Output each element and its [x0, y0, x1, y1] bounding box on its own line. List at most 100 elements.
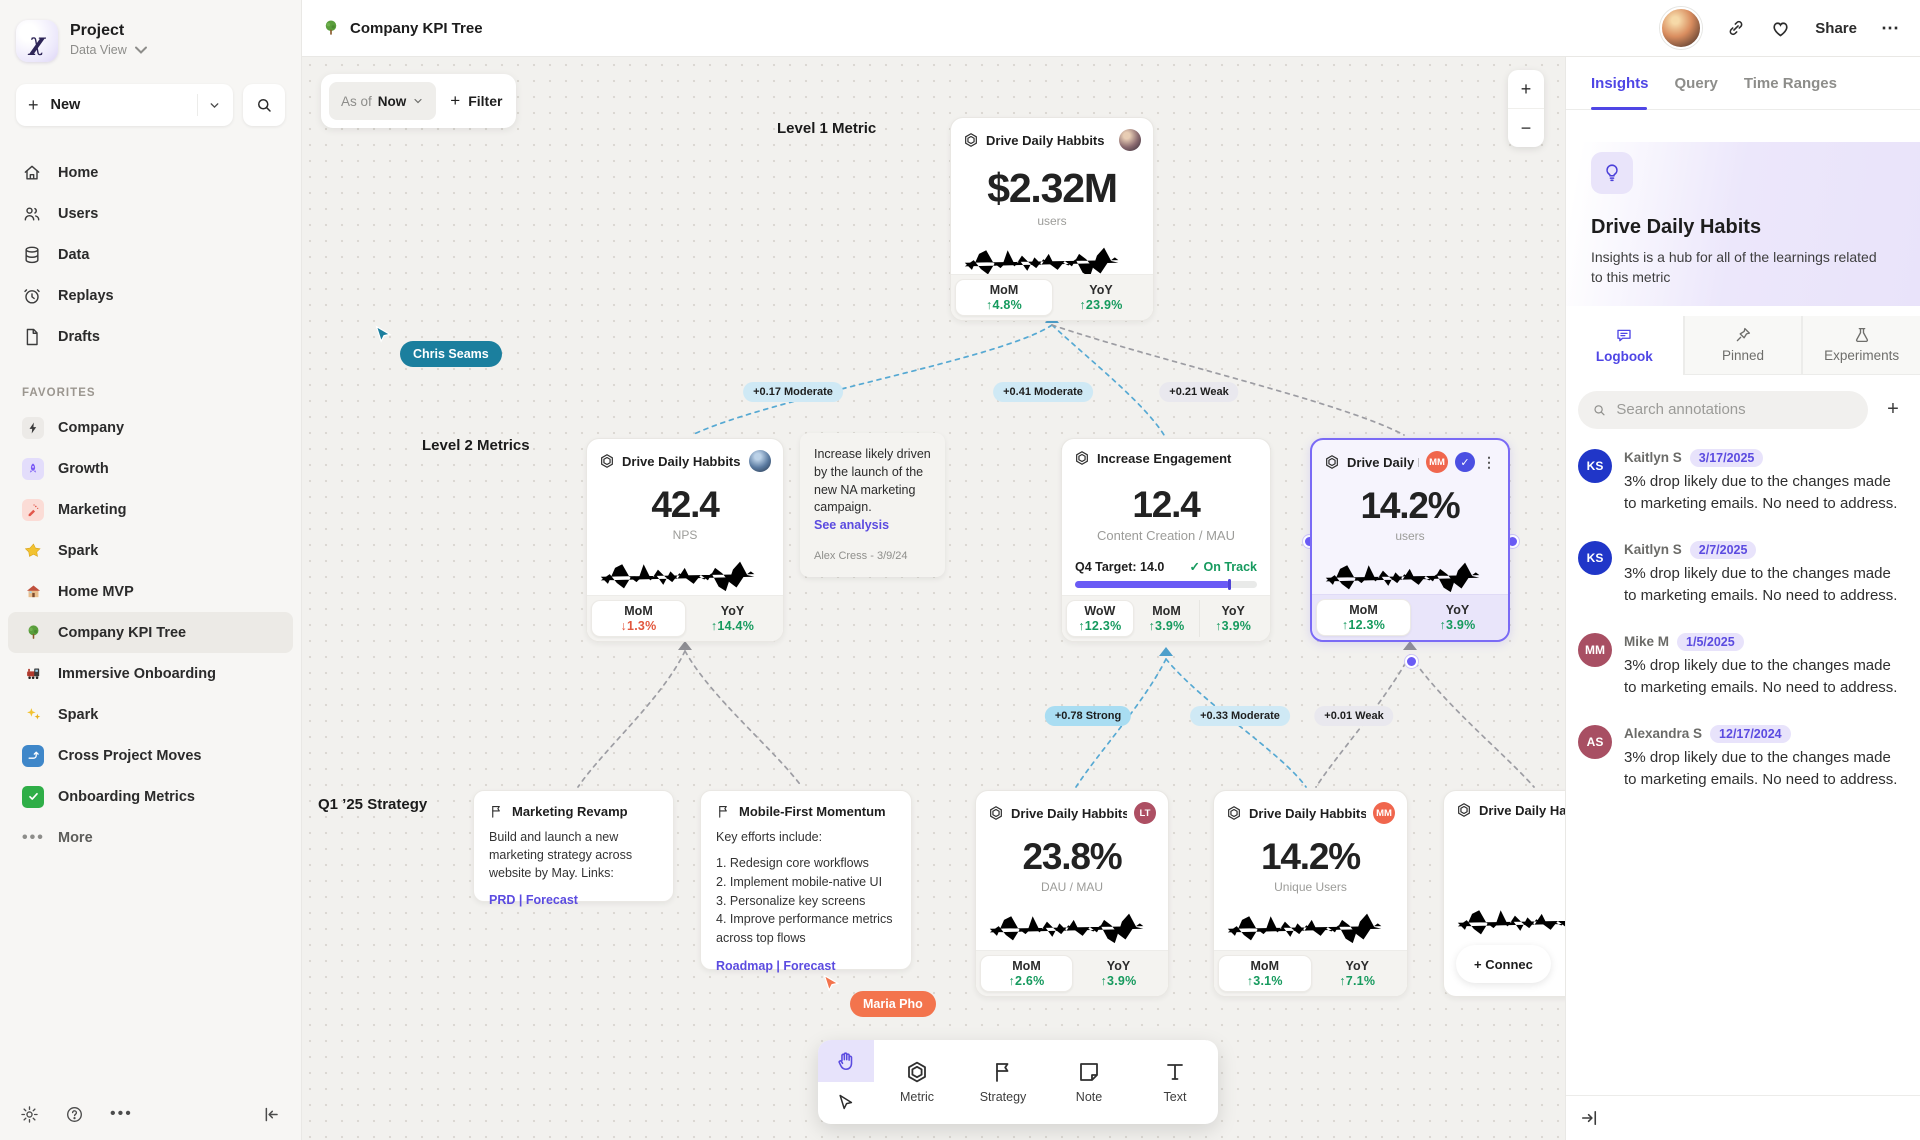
- new-button[interactable]: + New: [16, 84, 233, 126]
- note-tool-button[interactable]: Note: [1046, 1040, 1132, 1124]
- lightning-icon: [22, 417, 44, 439]
- annotation-item[interactable]: KS Kaitlyn S 3/17/2025 3% drop likely du…: [1578, 449, 1906, 516]
- sidebar-item-immersive-onboarding[interactable]: Immersive Onboarding: [8, 653, 293, 694]
- metric-card-unique-users[interactable]: Drive Daily Habbits MM 14.2% Unique User…: [1213, 790, 1408, 997]
- share-button[interactable]: Share: [1815, 20, 1857, 37]
- gear-icon[interactable]: [20, 1105, 39, 1124]
- annotation-item[interactable]: MM Mike M 1/5/2025 3% drop likely due to…: [1578, 633, 1906, 700]
- overflow-menu-icon[interactable]: ⋯: [1881, 18, 1900, 39]
- add-annotation-button[interactable]: +: [1878, 398, 1908, 421]
- sidebar-item-drafts[interactable]: Drafts: [8, 316, 293, 357]
- subtab-logbook[interactable]: Logbook: [1566, 316, 1684, 375]
- on-track-status: ✓ On Track: [1190, 559, 1257, 574]
- help-icon[interactable]: [65, 1105, 84, 1124]
- annotation-search[interactable]: [1578, 391, 1868, 429]
- stat-wow[interactable]: WoW↑12.3%: [1066, 600, 1134, 637]
- chevron-down-icon[interactable]: [208, 99, 221, 112]
- metric-card-l1-drive-daily-habbits[interactable]: Drive Daily Habbits $2.32M users MoM↑4.8…: [950, 117, 1154, 321]
- stat-yoy[interactable]: YoY↑3.9%: [1199, 600, 1266, 637]
- sidebar-item-data[interactable]: Data: [8, 234, 293, 275]
- stat-yoy[interactable]: YoY↑3.9%: [1411, 599, 1504, 636]
- subtab-experiments[interactable]: Experiments: [1802, 316, 1920, 375]
- project-switcher[interactable]: χ Project Data View: [0, 0, 301, 62]
- stat-footer: MoM↑12.3% YoY↑3.9%: [1312, 594, 1508, 640]
- sidebar-item-onboarding-metrics[interactable]: Onboarding Metrics: [8, 776, 293, 817]
- collaborator-badge: MM: [1373, 802, 1395, 824]
- sidebar-item-spark-2[interactable]: Spark: [8, 694, 293, 735]
- add-filter-button[interactable]: + Filter: [450, 91, 502, 111]
- text-tool-button[interactable]: Text: [1132, 1040, 1218, 1124]
- canvas-annotation-note[interactable]: Increase likely driven by the launch of …: [800, 433, 945, 577]
- stat-mom[interactable]: MoM↑3.9%: [1134, 600, 1200, 637]
- sidebar-item-company-kpi-tree[interactable]: Company KPI Tree: [8, 612, 293, 653]
- annotation-search-input[interactable]: [1614, 400, 1854, 419]
- metric-card-selected-drive-daily-habbits[interactable]: Drive Daily Habb.. MM ✓ ⋮ 14.2% users Mo…: [1310, 438, 1510, 642]
- copy-link-icon[interactable]: [1726, 18, 1746, 38]
- sidebar-item-marketing[interactable]: Marketing: [8, 489, 293, 530]
- sidebar-item-cross-project-moves[interactable]: Cross Project Moves: [8, 735, 293, 776]
- tab-insights[interactable]: Insights: [1591, 75, 1649, 92]
- stat-mom[interactable]: MoM↑12.3%: [1316, 599, 1411, 636]
- edge-label: +0.21 Weak: [1159, 382, 1238, 402]
- metric-icon: [963, 132, 979, 148]
- stat-mom[interactable]: MoM↑4.8%: [955, 279, 1053, 316]
- sidebar-item-users[interactable]: Users: [8, 193, 293, 234]
- annotation-item[interactable]: KS Kaitlyn S 2/7/2025 3% drop likely due…: [1578, 541, 1906, 608]
- more-options-icon[interactable]: •••: [110, 1105, 133, 1123]
- stat-mom[interactable]: MoM↓1.3%: [591, 600, 686, 637]
- collapse-sidebar-icon[interactable]: [262, 1105, 281, 1124]
- favorite-heart-icon[interactable]: [1770, 18, 1791, 39]
- strategy-tool-button[interactable]: Strategy: [960, 1040, 1046, 1124]
- annotation-author: Alex Cress - 3/9/24: [814, 549, 931, 565]
- project-subtitle[interactable]: Data View: [70, 40, 151, 60]
- tab-query[interactable]: Query: [1675, 75, 1718, 92]
- metric-tool-button[interactable]: Metric: [874, 1040, 960, 1124]
- stat-yoy[interactable]: YoY↑3.9%: [1073, 955, 1164, 992]
- stat-yoy[interactable]: YoY↑23.9%: [1053, 279, 1149, 316]
- sidebar-item-replays[interactable]: Replays: [8, 275, 293, 316]
- metric-card-dau-mau[interactable]: Drive Daily Habbits LT 23.8% DAU / MAU M…: [975, 790, 1169, 997]
- subtab-pinned[interactable]: Pinned: [1684, 316, 1803, 375]
- card-menu-icon[interactable]: ⋮: [1482, 459, 1496, 466]
- sidebar-item-growth[interactable]: Growth: [8, 448, 293, 489]
- arrow-up-right-icon: [22, 745, 44, 767]
- selection-handle[interactable]: [1405, 655, 1418, 668]
- sidebar-item-company[interactable]: Company: [8, 407, 293, 448]
- strategy-links[interactable]: Roadmap | Forecast: [716, 959, 896, 973]
- sidebar-item-more[interactable]: ••• More: [8, 817, 293, 858]
- sidebar-item-home[interactable]: Home: [8, 152, 293, 193]
- connect-button[interactable]: + Connec: [1456, 945, 1551, 983]
- collapse-panel-icon[interactable]: [1579, 1108, 1599, 1128]
- avatar: AS: [1578, 725, 1612, 759]
- stat-mom[interactable]: MoM↑3.1%: [1218, 955, 1312, 992]
- stat-value: ↑3.9%: [1440, 618, 1476, 633]
- sidebar-item-label: Spark: [58, 707, 98, 723]
- hand-tool-button[interactable]: [818, 1040, 874, 1082]
- metric-card-increase-engagement[interactable]: Increase Engagement 12.4 Content Creatio…: [1061, 438, 1271, 642]
- strategy-links[interactable]: PRD | Forecast: [489, 893, 658, 907]
- strategy-note-marketing-revamp[interactable]: Marketing Revamp Build and launch a new …: [473, 790, 674, 902]
- house-icon: [22, 581, 44, 603]
- zoom-in-button[interactable]: +: [1508, 70, 1544, 108]
- stat-mom[interactable]: MoM↑2.6%: [980, 955, 1073, 992]
- zoom-out-button[interactable]: −: [1508, 108, 1544, 147]
- strategy-body: Build and launch a new marketing strateg…: [489, 828, 658, 882]
- sidebar-item-spark[interactable]: Spark: [8, 530, 293, 571]
- see-analysis-link[interactable]: See analysis: [814, 517, 931, 535]
- annotation-item[interactable]: AS Alexandra S 12/17/2024 3% drop likely…: [1578, 725, 1906, 792]
- strategy-note-mobile-first-momentum[interactable]: Mobile-First Momentum Key efforts includ…: [700, 790, 912, 970]
- search-button[interactable]: [243, 84, 285, 126]
- user-avatar[interactable]: [1660, 7, 1702, 49]
- panel-footer: [1566, 1095, 1920, 1140]
- as-of-dropdown[interactable]: As of Now: [329, 82, 436, 120]
- stat-yoy[interactable]: YoY↑7.1%: [1312, 955, 1404, 992]
- tab-time-ranges[interactable]: Time Ranges: [1744, 75, 1837, 92]
- note-icon: [1077, 1060, 1101, 1084]
- active-tab-underline: [1591, 107, 1647, 110]
- stat-value: ↑3.1%: [1247, 974, 1283, 989]
- kpi-tree-canvas[interactable]: As of Now + Filter + − Level 1 Metric Le…: [302, 57, 1565, 1140]
- stat-yoy[interactable]: YoY↑14.4%: [686, 600, 779, 637]
- metric-card-nps-drive-daily-habbits[interactable]: Drive Daily Habbits 42.4 NPS MoM↓1.3% Yo…: [586, 438, 784, 642]
- sidebar-item-home-mvp[interactable]: Home MVP: [8, 571, 293, 612]
- select-tool-button[interactable]: [818, 1082, 874, 1124]
